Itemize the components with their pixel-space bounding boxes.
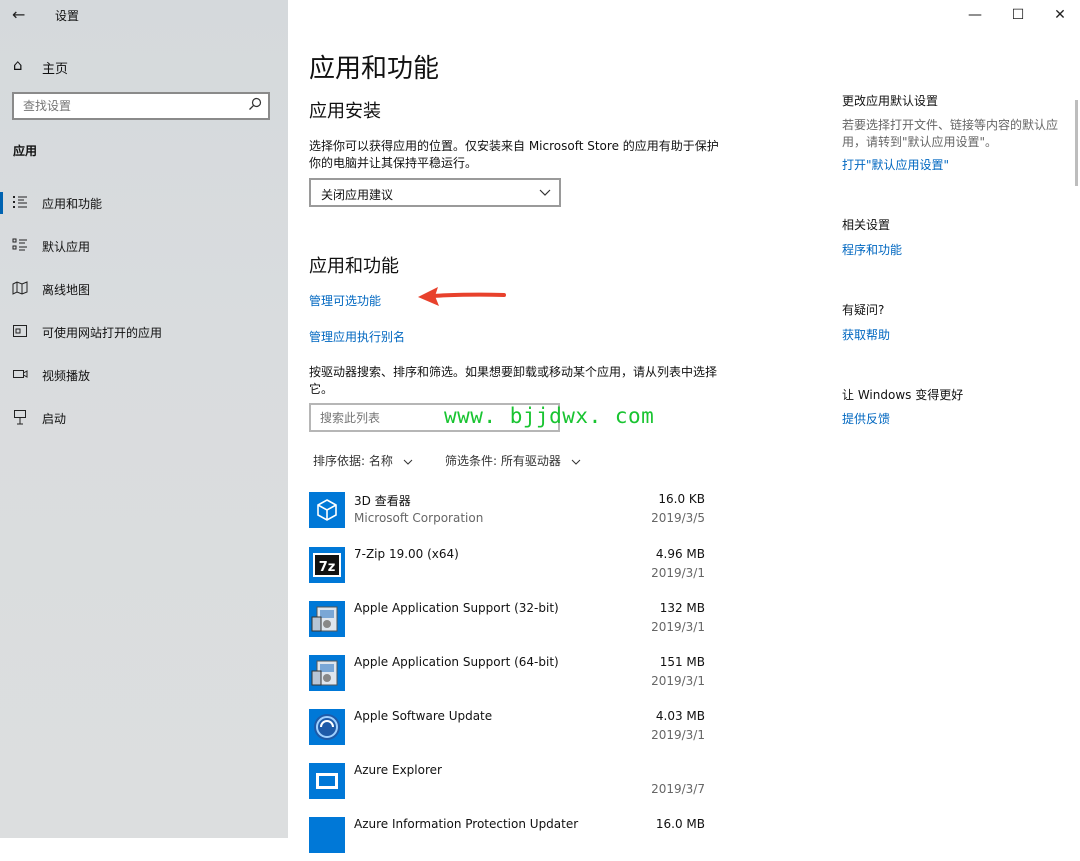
nav-home-label: 主页 [42,62,69,77]
app-size: 4.96 MB [655,547,705,561]
app-date: 2019/3/1 [651,566,705,580]
installer-icon [309,601,345,637]
search-description: 按驱动器搜索、排序和筛选。如果想要卸载或移动某个应用，请从列表中选择它。 [309,365,718,396]
chevron-down-icon [539,189,551,196]
app-date: 2019/3/1 [651,620,705,634]
sidebar-item-apps-for-websites[interactable]: 可使用网站打开的应用 [0,315,288,349]
close-button[interactable]: ✕ [1040,0,1080,30]
search-icon[interactable] [248,97,262,111]
settings-search-box[interactable] [12,92,270,120]
app-publisher: Microsoft Corporation [354,511,484,525]
app-name: Apple Application Support (32-bit) [354,601,559,615]
sidebar-item-default-apps[interactable]: 默认应用 [0,229,288,263]
sidebar-item-startup[interactable]: 启动 [0,401,288,435]
nav-home[interactable]: ⌂ 主页 [0,52,288,80]
page-title: 应用和功能 [309,54,440,84]
sort-dropdown[interactable]: 排序依据: 名称 [313,452,413,469]
install-source-value: 关闭应用建议 [321,188,394,202]
app-size: 16.0 MB [655,817,705,831]
home-icon: ⌂ [13,56,23,74]
3d-viewer-icon [309,492,345,528]
app-size: 16.0 KB [658,492,705,506]
nav-section-label: 应用 [13,144,38,158]
sidebar-item-label: 启动 [42,412,67,426]
video-playback-icon [13,370,28,378]
app-date: 2019/3/1 [651,674,705,688]
get-help-link[interactable]: 获取帮助 [842,326,890,343]
default-settings-text: 若要选择打开文件、链接等内容的默认应用，请转到"默认应用设置"。 [842,118,1059,149]
install-heading: 应用安装 [309,101,381,122]
sidebar-item-label: 应用和功能 [42,197,103,211]
question-heading: 有疑问? [842,303,885,317]
list-item[interactable]: 7z 7-Zip 19.00 (x64) 4.96 MB 2019/3/1 [309,543,705,591]
svg-text:7z: 7z [319,560,336,575]
filter-dropdown[interactable]: 筛选条件: 所有驱动器 [445,452,581,469]
title-bar: ← 设置 [0,0,288,30]
app-name: 7-Zip 19.00 (x64) [354,547,459,561]
settings-nav-pane: ← 设置 ⌂ 主页 应用 应用和功能 默认应用 [0,0,288,838]
sidebar-item-label: 可使用网站打开的应用 [42,326,163,340]
maximize-button[interactable]: ☐ [998,0,1038,30]
app-size: 132 MB [659,601,705,615]
settings-search-input[interactable] [23,99,238,113]
install-description: 选择你可以获得应用的位置。仅安装来自 Microsoft Store 的应用有助… [309,139,719,170]
app-name: Azure Explorer [354,763,442,777]
list-item[interactable]: Azure Explorer 2019/3/7 [309,759,705,807]
window-title: 设置 [55,9,80,23]
list-item[interactable]: Apple Application Support (64-bit) 151 M… [309,651,705,699]
list-item[interactable]: 3D 查看器 Microsoft Corporation 16.0 KB 201… [309,488,705,536]
minimize-button[interactable]: — [955,0,995,30]
apps-features-icon [13,196,27,208]
azure-ip-icon [309,817,345,853]
app-date: 2019/3/5 [651,511,705,525]
apps-features-heading: 应用和功能 [309,256,399,277]
main-content: 应用和功能 应用安装 选择你可以获得应用的位置。仅安装来自 Microsoft … [288,0,1080,853]
app-date: 2019/3/7 [651,782,705,796]
sidebar-item-offline-maps[interactable]: 离线地图 [0,272,288,306]
programs-features-link[interactable]: 程序和功能 [842,241,902,258]
scrollbar-thumb[interactable] [1075,100,1078,186]
default-settings-heading: 更改应用默认设置 [842,94,939,108]
app-name: Azure Information Protection Updater [354,817,579,831]
filter-label: 筛选条件: 所有驱动器 [445,454,561,468]
related-settings-heading: 相关设置 [842,218,891,232]
manage-app-aliases-link[interactable]: 管理应用执行别名 [309,328,405,345]
app-name: 3D 查看器 [354,494,411,508]
app-name: Apple Application Support (64-bit) [354,655,559,669]
7zip-icon: 7z [309,547,345,583]
azure-explorer-icon [309,763,345,799]
give-feedback-link[interactable]: 提供反馈 [842,410,890,427]
app-size: 151 MB [659,655,705,669]
apple-update-icon [309,709,345,745]
app-size: 4.03 MB [655,709,705,723]
offline-maps-icon [12,281,28,295]
back-button[interactable]: ← [12,5,25,24]
sidebar-item-label: 离线地图 [42,283,91,297]
sidebar-item-apps-features[interactable]: 应用和功能 [0,186,288,220]
sidebar-item-label: 默认应用 [42,240,91,254]
sidebar-item-video-playback[interactable]: 视频播放 [0,358,288,392]
manage-optional-features-link[interactable]: 管理可选功能 [309,292,381,309]
sidebar-item-label: 视频播放 [42,369,91,383]
startup-icon [14,410,26,425]
app-name: Apple Software Update [354,709,493,723]
app-date: 2019/3/1 [651,728,705,742]
installer-icon [309,655,345,691]
open-default-apps-link[interactable]: 打开"默认应用设置" [842,156,949,173]
install-source-dropdown[interactable]: 关闭应用建议 [309,178,561,207]
red-arrow-annotation [418,287,506,306]
default-apps-icon [12,238,27,251]
list-item[interactable]: Apple Application Support (32-bit) 132 M… [309,597,705,645]
feedback-heading: 让 Windows 变得更好 [842,388,964,402]
chevron-down-icon [571,459,581,465]
list-item[interactable]: Azure Information Protection Updater 16.… [309,813,705,861]
list-item[interactable]: Apple Software Update 4.03 MB 2019/3/1 [309,705,705,753]
sort-label: 排序依据: 名称 [313,454,393,468]
watermark-text: www. bjjdwx. com [444,404,655,428]
apps-for-websites-icon [13,325,27,337]
chevron-down-icon [403,459,413,465]
